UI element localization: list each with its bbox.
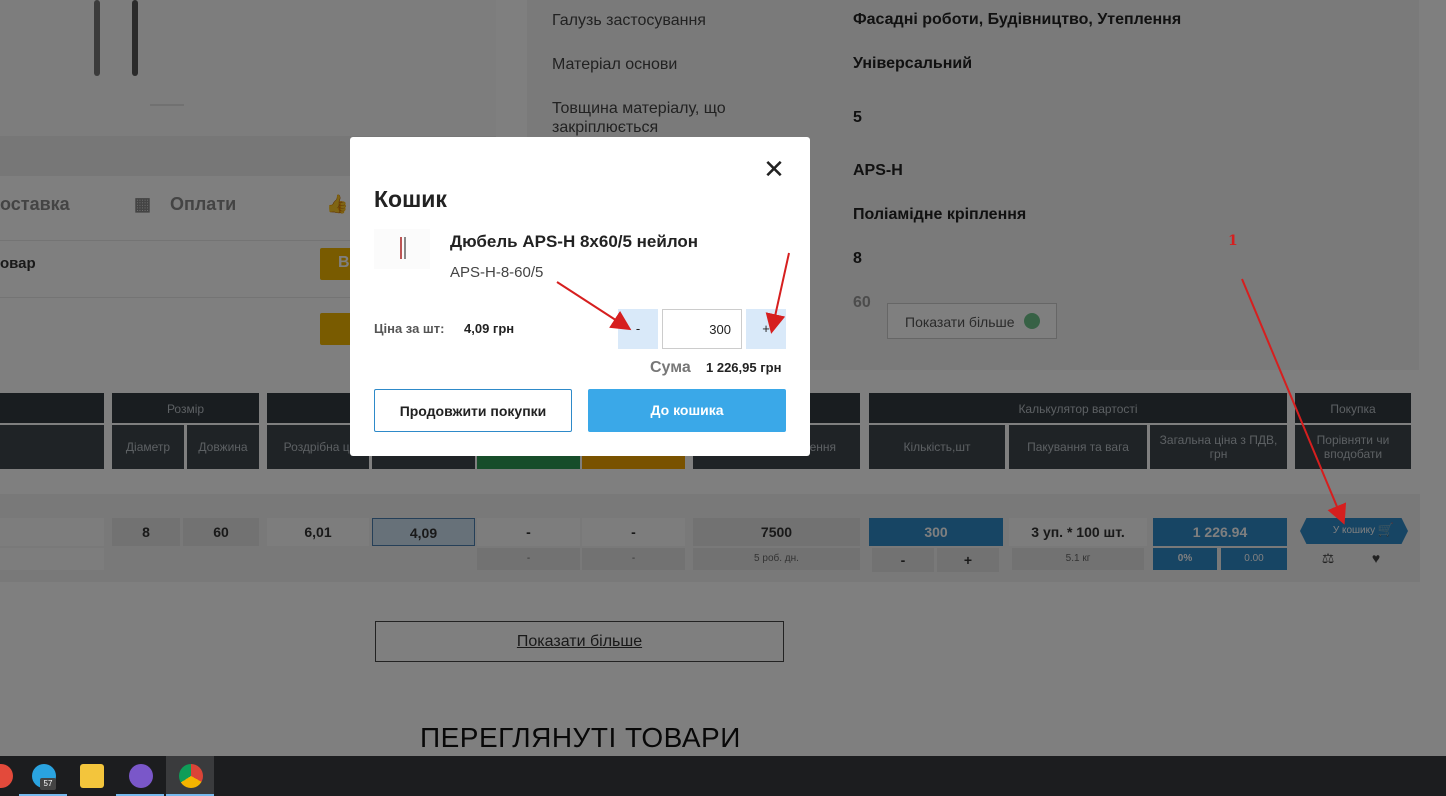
product-name[interactable]: Дюбель APS-H 8x60/5 нейлон (450, 232, 698, 252)
taskbar-explorer[interactable] (67, 756, 115, 796)
sum-label: Сума (650, 359, 691, 376)
quantity-input[interactable]: 300 (662, 309, 742, 349)
modal-title: Кошик (374, 186, 447, 212)
quantity-plus-button[interactable]: + (746, 309, 786, 349)
annotation-number: 1 (1228, 233, 1238, 249)
go-to-cart-button[interactable]: До кошика (588, 389, 786, 432)
map-pin-icon (0, 764, 13, 788)
cart-modal: ✕ Кошик Дюбель APS-H 8x60/5 нейлон APS-H… (350, 137, 810, 456)
taskbar-telegram[interactable] (19, 756, 67, 796)
sum-value: 1 226,95 грн (706, 360, 782, 375)
quantity-minus-button[interactable]: - (618, 309, 658, 349)
price-label: Ціна за шт: (374, 321, 445, 336)
close-icon[interactable]: ✕ (763, 156, 785, 182)
telegram-badge: 57 (40, 778, 56, 790)
product-thumbnail (374, 229, 430, 269)
taskbar-viber[interactable] (116, 756, 164, 796)
product-sku: APS-H-8-60/5 (450, 264, 544, 281)
viber-icon (129, 764, 153, 788)
continue-shopping-button[interactable]: Продовжити покупки (374, 389, 572, 432)
price-value: 4,09 грн (464, 321, 515, 336)
folder-icon (80, 764, 104, 788)
taskbar-chrome[interactable] (166, 756, 214, 796)
chrome-icon (179, 764, 203, 788)
taskbar (0, 756, 1446, 796)
